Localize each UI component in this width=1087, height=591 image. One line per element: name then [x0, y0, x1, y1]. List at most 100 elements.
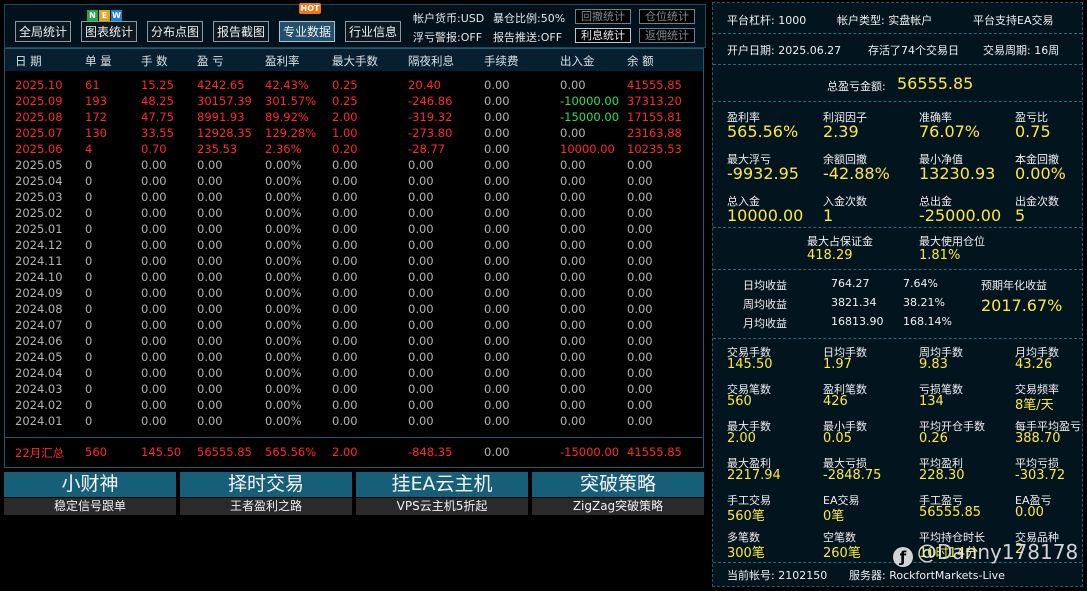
- cell-date: 2024.11: [15, 254, 63, 268]
- col-header-swap[interactable]: 隔夜利息: [408, 53, 454, 69]
- account-type-label: 帐户类型: 实盘帐户: [837, 14, 933, 27]
- monthly-return-pct: 168.14%: [903, 315, 952, 328]
- drawdown-stats-button[interactable]: 回撤统计: [575, 9, 631, 24]
- cell-max-lots: 0.00: [332, 302, 358, 316]
- pro-data-button[interactable]: 专业数据: [279, 21, 335, 42]
- overall-stats-button[interactable]: 全局统计: [15, 21, 71, 42]
- summary-divider: [5, 437, 703, 438]
- rebate-stats-button[interactable]: 返佣统计: [639, 28, 695, 43]
- col-header-lots[interactable]: 手 数: [141, 53, 168, 69]
- stat-value: 0.00: [1015, 505, 1044, 520]
- cell-orders: 0: [85, 414, 93, 428]
- cell-profit: 0.00: [197, 174, 223, 188]
- cell-deposit-withdraw: 0.00: [560, 302, 586, 316]
- cell-swap: 0.00: [408, 222, 434, 236]
- monthly-stats-table: 日 期 单 量 手 数 盈 亏 盈利率 最大手数 隔夜利息 手续费 出入金 余 额 2025.10…: [4, 48, 704, 468]
- cell-swap: 0.00: [408, 382, 434, 396]
- cell-max-lots: 0.00: [332, 414, 358, 428]
- position-stats-button[interactable]: 仓位统计: [639, 9, 695, 24]
- cell-commission: 0.00: [484, 398, 510, 412]
- col-header-date[interactable]: 日 期: [15, 53, 42, 69]
- cell-commission: 0.00: [484, 318, 510, 332]
- cell-profit-rate: 0.00%: [265, 366, 302, 380]
- cell-commission: 0.00: [484, 206, 510, 220]
- col-header-orders[interactable]: 单 量: [85, 53, 112, 69]
- cell-deposit-withdraw: 0.00: [560, 382, 586, 396]
- cell-date: 2025.07: [15, 126, 63, 140]
- cell-profit: 0.00: [197, 222, 223, 236]
- cell-max-lots: 0.00: [332, 350, 358, 364]
- distribution-chart-button[interactable]: 分布点图: [147, 21, 203, 42]
- cell-balance: 41555.85: [627, 78, 682, 92]
- promo-title: 突破策略: [532, 472, 704, 497]
- cell-profit-rate: 0.00%: [265, 254, 302, 268]
- cell-profit-rate: 0.00%: [265, 286, 302, 300]
- table-row: 2025.05 0 0.00 0.00 0.00% 0.00 0.00 0.00 0.00 0.0…: [5, 158, 703, 174]
- col-header-deposit-withdraw[interactable]: 出入金: [560, 53, 595, 69]
- promo-subtitle: 王者盈利之路: [180, 498, 352, 515]
- cell-deposit-withdraw: -15000.00: [560, 110, 620, 124]
- table-row: 2025.06 4 0.70 235.53 2.36% 0.20 -28.77 0.00 100…: [5, 142, 703, 158]
- watermark-text: @Danny178178: [917, 540, 1079, 564]
- stat-value: -9932.95: [727, 164, 799, 183]
- cell-commission: 0.00: [484, 174, 510, 188]
- stat-value: 134: [919, 394, 944, 409]
- interest-stats-button[interactable]: 利息统计: [575, 28, 631, 43]
- col-header-commission[interactable]: 手续费: [484, 53, 519, 69]
- cell-balance: 17155.81: [627, 110, 682, 124]
- cell-deposit-withdraw: 0.00: [560, 158, 586, 172]
- cell-date: 2024.07: [15, 318, 63, 332]
- col-header-profit[interactable]: 盈 亏: [197, 53, 224, 69]
- cell-profit-rate: 0.00%: [265, 382, 302, 396]
- cell-orders: 0: [85, 270, 93, 284]
- cell-commission: 0.00: [484, 78, 510, 92]
- cell-deposit-withdraw: 0.00: [560, 366, 586, 380]
- cell-deposit-withdraw: 0.00: [560, 126, 586, 140]
- stat-value: 228.30: [919, 468, 965, 483]
- max-margin-label: 最大占保证金: [807, 235, 873, 248]
- cell-deposit-withdraw: 0.00: [560, 238, 586, 252]
- cell-profit: 0.00: [197, 350, 223, 364]
- cell-orders: 0: [85, 254, 93, 268]
- daily-return-amount: 764.27: [831, 277, 870, 290]
- cell-swap: 0.00: [408, 254, 434, 268]
- stat-value: -2848.75: [823, 468, 882, 483]
- toolbar: 全局统计 图表统计 分布点图 报告截图 专业数据 行业信息 N E W HOT …: [4, 3, 706, 48]
- industry-info-button[interactable]: 行业信息: [345, 21, 401, 42]
- cell-swap: 0.00: [408, 366, 434, 380]
- promo-timing-trade[interactable]: 择时交易 王者盈利之路: [180, 472, 352, 516]
- table-row: 2024.12 0 0.00 0.00 0.00% 0.00 0.00 0.00 0.00 0.0…: [5, 238, 703, 254]
- new-badge-n: N: [87, 10, 98, 21]
- cell-max-lots: 0.00: [332, 238, 358, 252]
- cell-max-lots: 0.00: [332, 270, 358, 284]
- stat-value: 300笔: [727, 546, 765, 561]
- report-screenshot-button[interactable]: 报告截图: [213, 21, 269, 42]
- table-row: 2024.01 0 0.00 0.00 0.00% 0.00 0.00 0.00 0.00 0.0…: [5, 414, 703, 430]
- summary-deposit-withdraw: -15000.00: [560, 445, 620, 459]
- table-row: 2024.10 0 0.00 0.00 0.00% 0.00 0.00 0.00 0.00 0.0…: [5, 270, 703, 286]
- open-date-label: 开户日期: 2025.06.27: [727, 44, 842, 57]
- cell-max-lots: 0.00: [332, 286, 358, 300]
- stat-value: 560笔: [727, 509, 765, 524]
- promo-breakout-strategy[interactable]: 突破策略 ZigZag突破策略: [532, 472, 704, 516]
- account-age-section: 开户日期: 2025.06.27 存活了74个交易日 交易周期: 16周: [713, 34, 1082, 65]
- col-header-profit-rate[interactable]: 盈利率: [265, 53, 300, 69]
- promo-signal-follow[interactable]: 小财神 稳定信号跟单: [4, 472, 176, 516]
- col-header-balance[interactable]: 余 额: [627, 53, 654, 69]
- chart-stats-button[interactable]: 图表统计: [81, 21, 137, 42]
- col-header-max-lots[interactable]: 最大手数: [332, 53, 378, 69]
- ea-support-label: 平台支持EA交易: [973, 14, 1054, 27]
- cell-date: 2025.06: [15, 142, 63, 156]
- cell-swap: 0.00: [408, 350, 434, 364]
- cell-deposit-withdraw: 0.00: [560, 414, 586, 428]
- cell-orders: 0: [85, 286, 93, 300]
- margin-section: 最大占保证金 418.29 最大使用仓位 1.81%: [713, 228, 1082, 270]
- cell-balance: 0.00: [627, 286, 653, 300]
- table-row: 2025.10 61 15.25 4242.65 42.43% 0.25 20.40 0.00…: [5, 78, 703, 94]
- cell-lots: 0.00: [141, 174, 167, 188]
- cell-lots: 0.00: [141, 366, 167, 380]
- account-number-label: 当前帐号: 2102150: [727, 569, 828, 582]
- cell-commission: 0.00: [484, 366, 510, 380]
- promo-ea-vps[interactable]: 挂EA云主机 VPS云主机5折起: [356, 472, 528, 516]
- summary-balance: 41555.85: [627, 445, 682, 459]
